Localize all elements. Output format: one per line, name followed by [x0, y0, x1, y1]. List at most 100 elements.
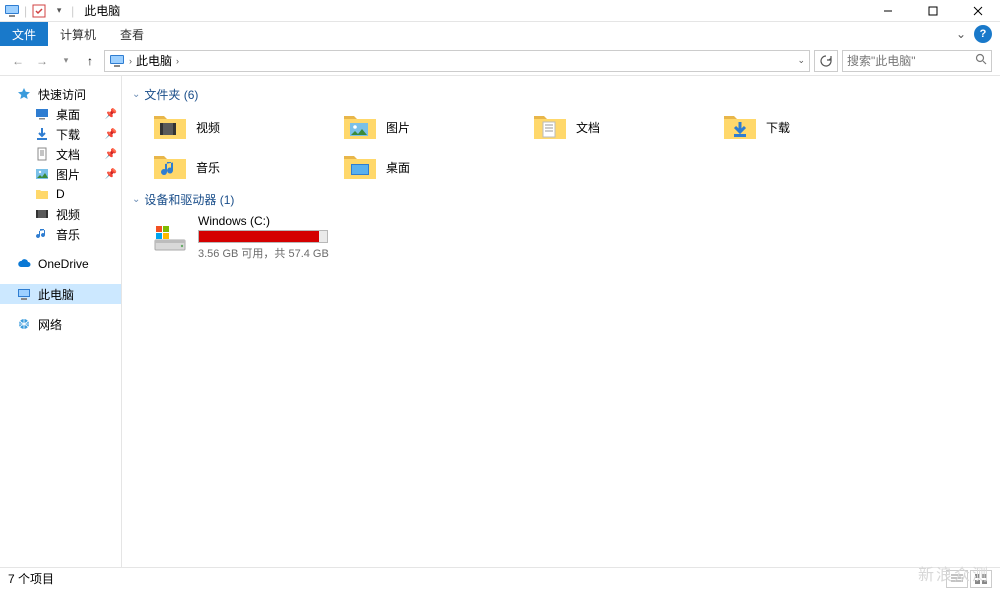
folder-documents[interactable]: 文档 — [512, 107, 702, 147]
group-header-folders[interactable]: ⌄ 文件夹 (6) — [132, 86, 990, 103]
chevron-down-icon: ⌄ — [132, 89, 140, 100]
search-icon — [975, 53, 987, 68]
nav-label: 此电脑 — [38, 286, 74, 303]
drive-usage-fill — [199, 231, 319, 242]
picture-icon — [34, 166, 50, 182]
maximize-button[interactable] — [910, 0, 955, 22]
address-this-pc-icon — [109, 53, 125, 69]
tab-computer[interactable]: 计算机 — [48, 22, 108, 46]
minimize-button[interactable] — [865, 0, 910, 22]
refresh-button[interactable] — [814, 50, 838, 72]
nav-this-pc[interactable]: 此电脑 — [0, 284, 121, 304]
group-header-devices[interactable]: ⌄ 设备和驱动器 (1) — [132, 191, 990, 208]
address-bar[interactable]: › 此电脑 › ⌄ — [104, 50, 810, 72]
folder-label: 桌面 — [386, 159, 410, 176]
download-icon — [34, 126, 50, 142]
nav-group-network: 网络 — [0, 314, 121, 334]
nav-onedrive[interactable]: OneDrive — [0, 254, 121, 274]
search-input[interactable]: 搜索"此电脑" — [842, 50, 992, 72]
view-details-button[interactable] — [946, 570, 968, 588]
folder-label: 视频 — [196, 119, 220, 136]
window-title: 此电脑 — [84, 2, 120, 19]
folder-pictures[interactable]: 图片 — [322, 107, 512, 147]
address-end: ⌄ — [797, 55, 805, 66]
nav-label: 下载 — [56, 126, 80, 143]
tab-view[interactable]: 查看 — [108, 22, 156, 46]
group-label: 文件夹 (6) — [144, 86, 198, 103]
pictures-folder-icon — [342, 111, 378, 143]
titlebar-left: | ▾ | 此电脑 — [0, 2, 120, 19]
qat-separator-2: | — [71, 4, 74, 18]
drive-icon — [152, 222, 188, 254]
videos-folder-icon — [152, 111, 188, 143]
nav-label: D — [56, 187, 65, 201]
nav-quick-access[interactable]: 快速访问 — [0, 84, 121, 104]
folders-grid: 视频 图片 文档 下载 — [132, 107, 990, 187]
folder-desktop[interactable]: 桌面 — [322, 147, 512, 187]
nav-recent-dropdown[interactable]: ▾ — [56, 50, 76, 72]
drive-c[interactable]: Windows (C:) 3.56 GB 可用，共 57.4 GB — [132, 214, 990, 261]
breadcrumb-this-pc[interactable]: 此电脑 › — [136, 52, 179, 69]
breadcrumb-label: 此电脑 — [136, 52, 172, 69]
search-placeholder: 搜索"此电脑" — [847, 52, 975, 69]
nav-group-onedrive: OneDrive — [0, 254, 121, 274]
nav-d-folder[interactable]: D — [0, 184, 121, 204]
nav-desktop[interactable]: 桌面 📌 — [0, 104, 121, 124]
status-bar: 7 个项目 — [0, 567, 1000, 589]
nav-videos[interactable]: 视频 — [0, 204, 121, 224]
nav-group-this-pc: 此电脑 — [0, 284, 121, 304]
titlebar: | ▾ | 此电脑 — [0, 0, 1000, 22]
folder-downloads[interactable]: 下载 — [702, 107, 892, 147]
nav-documents[interactable]: 文档 📌 — [0, 144, 121, 164]
network-icon — [16, 316, 32, 332]
qat-dropdown-icon[interactable]: ▾ — [51, 3, 67, 19]
folder-videos[interactable]: 视频 — [132, 107, 322, 147]
music-icon — [34, 226, 50, 242]
pin-icon: 📌 — [105, 109, 117, 120]
qat-separator: | — [24, 4, 27, 18]
ribbon-right: ⌄ ? — [956, 22, 1000, 46]
nav-forward-button[interactable]: → — [32, 50, 52, 72]
content-area: ⌄ 文件夹 (6) 视频 图片 文档 — [122, 76, 1000, 567]
nav-label: OneDrive — [38, 257, 89, 271]
view-large-icons-button[interactable] — [970, 570, 992, 588]
chevron-down-icon: ⌄ — [132, 194, 140, 205]
breadcrumb-dropdown-icon[interactable]: › — [129, 56, 132, 66]
nav-label: 桌面 — [56, 106, 80, 123]
document-icon — [34, 146, 50, 162]
this-pc-icon — [4, 3, 20, 19]
window-controls — [865, 0, 1000, 22]
pin-icon: 📌 — [105, 149, 117, 160]
address-history-dropdown-icon[interactable]: ⌄ — [797, 55, 805, 66]
music-folder-icon — [152, 151, 188, 183]
pin-icon: 📌 — [105, 129, 117, 140]
folder-music[interactable]: 音乐 — [132, 147, 322, 187]
nav-pictures[interactable]: 图片 📌 — [0, 164, 121, 184]
close-button[interactable] — [955, 0, 1000, 22]
ribbon: 文件 计算机 查看 ⌄ ? — [0, 22, 1000, 46]
nav-music[interactable]: 音乐 — [0, 224, 121, 244]
video-icon — [34, 206, 50, 222]
nav-up-button[interactable]: ↑ — [80, 50, 100, 72]
cloud-icon — [16, 256, 32, 272]
drive-usage-bar — [198, 230, 328, 243]
nav-label: 音乐 — [56, 226, 80, 243]
drive-info: Windows (C:) 3.56 GB 可用，共 57.4 GB — [198, 214, 329, 261]
downloads-folder-icon — [722, 111, 758, 143]
nav-back-button[interactable]: ← — [8, 50, 28, 72]
collapse-ribbon-icon[interactable]: ⌄ — [956, 27, 966, 41]
documents-folder-icon — [532, 111, 568, 143]
properties-icon[interactable] — [31, 3, 47, 19]
nav-downloads[interactable]: 下载 📌 — [0, 124, 121, 144]
desktop-folder-icon — [342, 151, 378, 183]
main: 快速访问 桌面 📌 下载 📌 文档 📌 图片 📌 — [0, 76, 1000, 567]
folder-label: 下载 — [766, 119, 790, 136]
nav-label: 图片 — [56, 166, 80, 183]
help-icon[interactable]: ? — [974, 25, 992, 43]
tab-file[interactable]: 文件 — [0, 22, 48, 46]
nav-network[interactable]: 网络 — [0, 314, 121, 334]
nav-label: 网络 — [38, 316, 62, 333]
nav-label: 文档 — [56, 146, 80, 163]
folder-icon — [34, 186, 50, 202]
nav-label: 视频 — [56, 206, 80, 223]
